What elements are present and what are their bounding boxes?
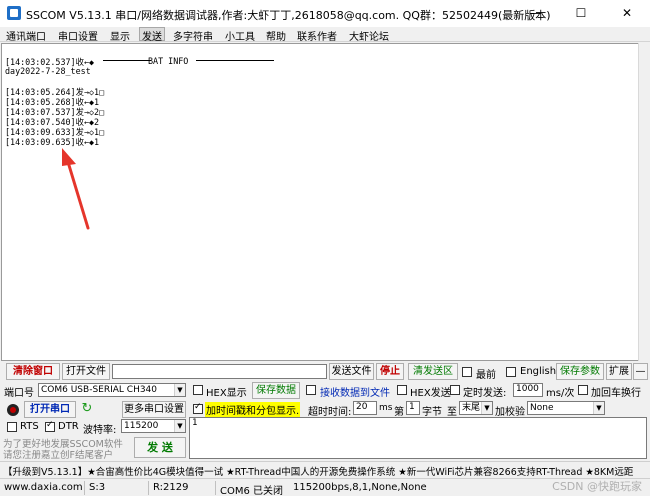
menu-serial-settings[interactable]: 串口设置 (56, 28, 100, 43)
minimize-button[interactable]: — (512, 0, 558, 27)
port-params: 115200bps,8,1,None,None (293, 482, 427, 493)
always-on-top-label: 最前 (476, 370, 496, 381)
news-ticker-text[interactable]: 【升级到V5.13.1】★合宙高性价比4G模块值得一试 ★RT-Thread中国… (3, 464, 633, 478)
chevron-down-icon: ▼ (174, 384, 185, 396)
menu-multi-string[interactable]: 多字符串 (171, 28, 215, 43)
english-checkbox[interactable] (506, 367, 516, 377)
bat-info-rule-left (103, 60, 151, 61)
timestamp-label: 加时间戳和分包显示. (205, 402, 301, 417)
news-ticker: 【升级到V5.13.1】★合宙高性价比4G模块值得一试 ★RT-Thread中国… (0, 461, 650, 478)
dtr-label: DTR (58, 421, 79, 432)
file-path-input[interactable] (112, 364, 327, 379)
chevron-down-icon: ▼ (174, 420, 185, 432)
app-icon (7, 6, 21, 20)
english-label: English (520, 366, 557, 377)
timed-interval-input[interactable]: 1000 (513, 383, 543, 397)
hex-display-label: HEX显示 (206, 388, 247, 399)
byte-label: 字节 (422, 407, 442, 418)
timeout-label: 超时时间: (308, 407, 352, 418)
receive-log[interactable]: [14:03:02.537]收←◆ BAT INFO day2022-7-28_… (1, 43, 649, 361)
send-file-button[interactable]: 发送文件 (329, 363, 374, 380)
port-state: COM6 已关闭 (220, 486, 284, 496)
website-link[interactable]: www.daxia.com (4, 482, 83, 493)
add-crlf-label: 加回车换行 (591, 388, 641, 399)
maximize-button[interactable]: ☐ (558, 0, 604, 27)
bat-info-label: BAT INFO (148, 56, 189, 66)
timed-send-checkbox[interactable] (450, 385, 460, 395)
log-line: [14:03:09.635]收←◆1 (5, 137, 100, 147)
hex-send-label: HEX发送 (410, 388, 451, 399)
rts-checkbox[interactable] (7, 422, 17, 432)
stop-button[interactable]: 停止 (376, 363, 404, 380)
open-file-button[interactable]: 打开文件 (62, 363, 110, 380)
status-divider (215, 481, 216, 495)
byte-end-value: 末尾 (462, 403, 481, 413)
menu-comm-port[interactable]: 通讯端口 (4, 28, 48, 43)
to-label: 至 (447, 407, 457, 418)
menu-contact-author[interactable]: 联系作者 (295, 28, 339, 43)
checksum-value: None (530, 403, 554, 413)
sent-count: S:3 (89, 482, 106, 493)
rts-label: RTS (20, 421, 39, 432)
chevron-down-icon: ▼ (593, 402, 604, 414)
checksum-select[interactable]: None ▼ (527, 401, 605, 415)
close-button[interactable]: ✕ (604, 0, 650, 27)
status-divider (84, 481, 85, 495)
save-data-button[interactable]: 保存数据 (252, 382, 300, 399)
recv-to-file-checkbox[interactable] (306, 385, 316, 395)
timestamp-checkbox[interactable] (193, 402, 203, 414)
timeout-input[interactable]: 20 (353, 401, 377, 415)
log-line: day2022-7-28_test (5, 66, 91, 76)
dtr-checkbox[interactable] (45, 420, 55, 432)
timed-unit-label: ms/次 (546, 388, 575, 399)
send-textarea-value: 1 (192, 418, 198, 428)
collapse-button[interactable]: — (633, 363, 648, 380)
refresh-icon[interactable]: ↻ (80, 402, 94, 416)
chevron-down-icon: ▼ (481, 402, 492, 414)
send-textarea[interactable] (189, 417, 647, 459)
menu-forum[interactable]: 大虾论坛 (347, 28, 391, 43)
byte-prefix-label: 第 (394, 407, 404, 418)
bat-info-rule-right (196, 60, 274, 61)
baud-select[interactable]: 115200 ▼ (121, 419, 186, 433)
title-bar: SSCOM V5.13.1 串口/网络数据调试器,作者:大虾丁丁,2618058… (0, 0, 650, 27)
status-divider (148, 481, 149, 495)
send-button[interactable]: 发 送 (134, 437, 186, 458)
toolbar: 清除窗口 打开文件 发送文件 停止 清发送区 最前 English 保存参数 扩… (0, 362, 650, 381)
byte-index-input[interactable]: 1 (406, 401, 420, 415)
promo-line-2[interactable]: 请您注册嘉立创F结尾客户 (3, 447, 113, 461)
timeout-unit-label: ms (379, 403, 393, 413)
hex-display-checkbox[interactable] (193, 385, 203, 395)
checksum-label: 加校验 (495, 407, 525, 418)
recv-to-file-label[interactable]: 接收数据到文件 (320, 384, 390, 399)
port-label: 端口号 (4, 388, 34, 399)
menu-display[interactable]: 显示 (108, 28, 132, 43)
menu-send[interactable]: 发送 (139, 27, 165, 43)
baud-value: 115200 (124, 421, 159, 431)
byte-end-select[interactable]: 末尾 ▼ (459, 401, 493, 415)
received-count: R:2129 (153, 482, 189, 493)
port-status-indicator-icon (7, 404, 19, 416)
expand-button[interactable]: 扩展 (606, 363, 632, 380)
watermark: CSDN @快跑玩家 (552, 480, 642, 493)
always-on-top-checkbox[interactable] (462, 367, 472, 377)
save-params-button[interactable]: 保存参数 (556, 363, 604, 380)
hex-send-checkbox[interactable] (397, 385, 407, 395)
port-select-value: COM6 USB-SERIAL CH340 (41, 385, 158, 395)
clear-window-button[interactable]: 清除窗口 (6, 363, 60, 380)
menu-tools[interactable]: 小工具 (223, 28, 257, 43)
more-serial-settings-button[interactable]: 更多串口设置 (122, 401, 186, 418)
clear-send-area-button[interactable]: 清发送区 (408, 363, 458, 380)
baud-label: 波特率: (83, 425, 117, 436)
menu-bar: 通讯端口 串口设置 显示 发送 多字符串 小工具 帮助 联系作者 大虾论坛 (0, 27, 650, 43)
window-title: SSCOM V5.13.1 串口/网络数据调试器,作者:大虾丁丁,2618058… (26, 9, 551, 22)
add-crlf-checkbox[interactable] (578, 385, 588, 395)
log-scrollbar[interactable] (638, 43, 649, 361)
port-select[interactable]: COM6 USB-SERIAL CH340 ▼ (38, 383, 186, 397)
timed-send-label: 定时发送: (463, 388, 507, 399)
menu-help[interactable]: 帮助 (264, 28, 288, 43)
open-port-button[interactable]: 打开串口 (24, 401, 76, 418)
